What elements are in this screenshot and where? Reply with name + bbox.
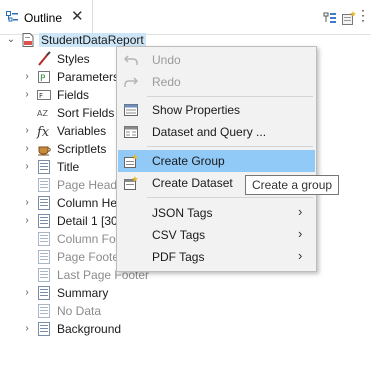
tree-node-label: Column Fo <box>57 232 116 246</box>
svg-text:P: P <box>40 74 46 84</box>
menu-separator <box>147 96 313 97</box>
tab-outline[interactable]: Outline ✕ <box>0 0 93 34</box>
menu-separator <box>147 146 313 147</box>
chevron-right-icon: › <box>298 226 303 241</box>
menu-item-create-group[interactable]: Create Group <box>118 150 315 172</box>
tree-node-no-data[interactable]: No Data <box>0 302 371 320</box>
menu-item-label: Redo <box>152 75 181 89</box>
menu-item-dataset-and-query[interactable]: Dataset and Query ... <box>118 121 315 143</box>
chevron-right-icon[interactable]: › <box>22 196 32 210</box>
tree-node-label: Summary <box>57 286 109 300</box>
band-icon <box>36 195 52 211</box>
svg-text:AZ: AZ <box>37 109 48 118</box>
hierarchy-icon[interactable] <box>322 10 338 26</box>
menu-separator <box>147 197 313 198</box>
svg-text:F: F <box>39 92 43 100</box>
band-icon <box>36 303 52 319</box>
chevron-right-icon[interactable]: › <box>22 88 32 102</box>
tree-node-label: StudentDataReport <box>39 33 146 47</box>
chevron-right-icon: › <box>298 204 303 219</box>
properties-icon <box>123 102 139 118</box>
create-dataset-icon <box>123 175 139 191</box>
outline-icon <box>6 11 19 24</box>
chevron-right-icon[interactable]: › <box>22 70 32 84</box>
chevron-right-icon: › <box>298 248 303 263</box>
tree-node-label: Variables <box>57 124 107 138</box>
menu-item-show-properties[interactable]: Show Properties <box>118 99 315 121</box>
chevron-right-icon[interactable]: › <box>22 286 32 300</box>
context-menu: Undo Redo Show Properties Dataset and Qu… <box>116 46 317 272</box>
menu-item-label: Undo <box>152 53 181 67</box>
band-icon <box>36 249 52 265</box>
band-icon <box>36 213 52 229</box>
menu-item-label: PDF Tags <box>152 250 205 264</box>
tree-node-label: Scriptlets <box>57 142 107 156</box>
undo-icon <box>123 52 139 68</box>
tree-node-label: Fields <box>57 88 90 102</box>
band-icon <box>36 321 52 337</box>
tooltip: Create a group <box>245 175 340 195</box>
band-icon <box>36 285 52 301</box>
tree-node-label: Page Heade <box>57 178 124 192</box>
menu-item-json-tags[interactable]: JSON Tags › <box>118 202 315 224</box>
brush-icon <box>36 51 52 67</box>
tree-node-label: Background <box>57 322 122 336</box>
chevron-right-icon[interactable]: › <box>22 322 32 336</box>
tree-node-label: Page Foote <box>57 250 120 264</box>
chevron-down-icon[interactable]: ⌄ <box>6 33 16 47</box>
band-icon <box>36 231 52 247</box>
tree-node-label: Title <box>57 160 80 174</box>
tree-node-background[interactable]: › Background <box>0 320 371 338</box>
tree-node-label: Sort Fields <box>57 106 115 120</box>
coffee-cup-icon <box>36 141 52 157</box>
menu-item-label: Create Dataset <box>152 176 233 190</box>
menu-item-label: Show Properties <box>152 103 241 117</box>
menu-item-redo[interactable]: Redo <box>118 71 315 93</box>
parameters-icon: P <box>36 69 52 85</box>
tree-node-label: Column He <box>57 196 118 210</box>
view-menu-icon[interactable]: ⋮ <box>356 8 370 22</box>
menu-item-csv-tags[interactable]: CSV Tags › <box>118 224 315 246</box>
dataset-icon <box>123 124 139 140</box>
tab-title: Outline <box>24 11 63 25</box>
tree-node-summary[interactable]: › Summary <box>0 284 371 302</box>
menu-item-label: Dataset and Query ... <box>152 125 267 139</box>
menu-item-label: CSV Tags <box>152 228 206 242</box>
view-tab-bar: Outline ✕ ⋮ <box>0 0 371 35</box>
tree-node-label: No Data <box>57 304 102 318</box>
band-icon <box>36 159 52 175</box>
new-element-icon[interactable] <box>341 10 357 26</box>
band-icon <box>36 177 52 193</box>
report-icon <box>20 32 36 48</box>
create-group-icon <box>123 153 139 169</box>
close-icon[interactable]: ✕ <box>71 9 84 24</box>
chevron-right-icon[interactable]: › <box>22 214 32 228</box>
menu-item-label: JSON Tags <box>152 206 213 220</box>
tree-node-label: Detail 1 [30 <box>57 214 118 228</box>
fields-icon: F <box>36 87 52 103</box>
menu-item-label: Create Group <box>152 154 225 168</box>
tree-node-label: Parameters <box>57 70 120 84</box>
chevron-right-icon[interactable]: › <box>22 142 32 156</box>
chevron-right-icon[interactable]: › <box>22 124 32 138</box>
svg-text:fx: fx <box>36 125 50 139</box>
sort-icon: AZ <box>36 105 52 121</box>
function-icon: fx <box>36 123 52 140</box>
redo-icon <box>123 74 139 90</box>
chevron-right-icon[interactable]: › <box>22 160 32 174</box>
menu-item-undo[interactable]: Undo <box>118 49 315 71</box>
band-icon <box>36 267 52 283</box>
tree-node-label: Styles <box>57 52 90 66</box>
menu-item-pdf-tags[interactable]: PDF Tags › <box>118 246 315 268</box>
